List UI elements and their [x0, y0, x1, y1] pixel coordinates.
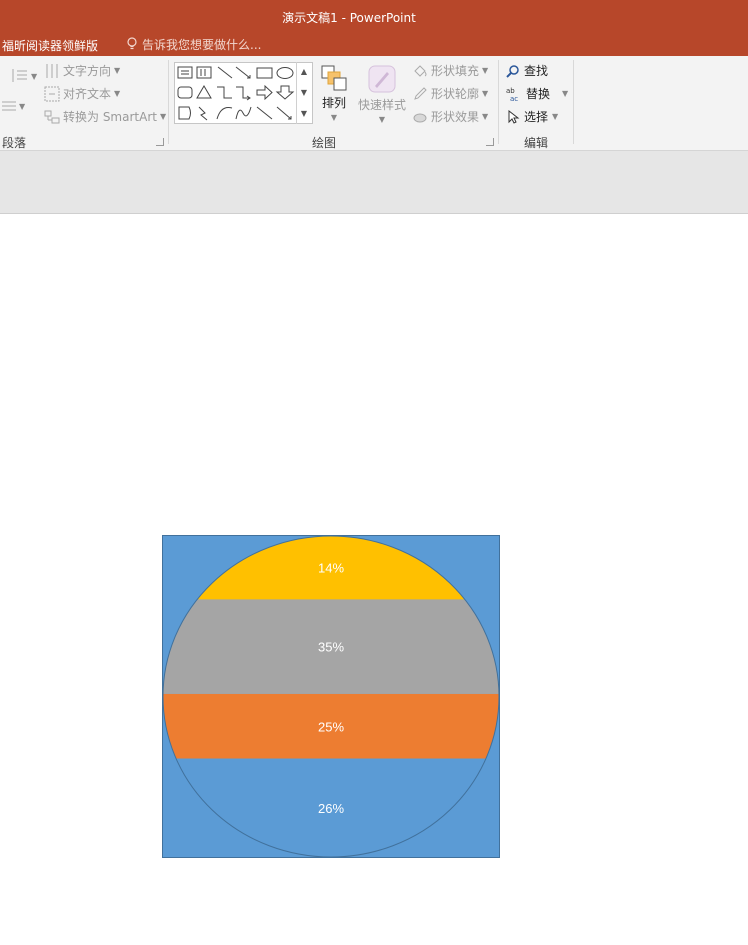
group-separator [573, 60, 574, 144]
shape-fill-label: 形状填充 [431, 64, 480, 78]
gallery-expand-icon[interactable]: ▼ [297, 104, 311, 124]
text-direction-label: 文字方向 [63, 64, 112, 78]
group-label-paragraph: 段落 [2, 136, 27, 150]
columns-icon [2, 101, 16, 111]
tab-foxit-reader[interactable]: 福昕阅读器领鲜版 [2, 37, 98, 54]
ribbon-collapse-area [0, 151, 748, 214]
tell-me-placeholder: 告诉我您想要做什么... [142, 37, 262, 52]
gallery-scrollbar[interactable]: ▲ ▼ ▼ [296, 62, 311, 124]
select-label: 选择 [524, 110, 549, 124]
group-separator [498, 60, 499, 144]
quick-styles-label: 快速样式 [358, 98, 407, 112]
paint-bucket-icon [414, 64, 427, 77]
line-spacing-icon [12, 69, 27, 82]
quick-styles-button[interactable]: 快速样式 ▼ [358, 64, 406, 124]
group-label-editing: 编辑 [524, 136, 549, 150]
shape-outline-button[interactable]: 形状轮廓 ▼ [412, 85, 488, 102]
ribbon: ▼ ▼ 文字方向 ▼ 对齐文本 ▼ 转换为 SmartArt ▼ 段落 ▲ ▼ … [0, 56, 748, 151]
svg-text:ac: ac [510, 95, 518, 102]
shapes-gallery-icons [177, 66, 295, 121]
arrange-button[interactable]: 排列 ▼ [320, 64, 348, 122]
drawing-launcher-icon[interactable] [486, 138, 494, 146]
convert-smartart-label: 转换为 SmartArt [63, 110, 157, 124]
cursor-arrow-icon [508, 109, 520, 124]
find-label: 查找 [524, 64, 549, 78]
group-label-drawing: 绘图 [312, 136, 337, 150]
data-label-1: 14% [318, 561, 344, 576]
quick-styles-icon [368, 65, 396, 93]
data-label-3: 25% [318, 719, 344, 734]
gallery-scroll-up-icon[interactable]: ▲ [297, 62, 311, 82]
group-separator [168, 60, 169, 144]
search-icon [506, 64, 519, 78]
tell-me-search[interactable]: 告诉我您想要做什么... [126, 35, 261, 53]
align-text-button[interactable]: 对齐文本 ▼ [44, 85, 120, 102]
lightbulb-icon [127, 37, 137, 50]
arrange-icon [321, 65, 347, 91]
text-direction-icon [46, 63, 58, 78]
select-button[interactable]: 选择 ▼ [508, 108, 558, 125]
pie-chart[interactable]: 14% 35% 25% 26% [162, 535, 500, 858]
shape-effects-icon [413, 113, 427, 122]
find-button[interactable]: 查找 [506, 62, 548, 79]
shape-outline-label: 形状轮廓 [431, 87, 480, 101]
replace-icon: ab ac [506, 87, 518, 102]
shape-effects-button[interactable]: 形状效果 ▼ [412, 108, 488, 125]
paragraph-launcher-icon[interactable] [156, 138, 164, 146]
shape-fill-button[interactable]: 形状填充 ▼ [412, 62, 488, 79]
replace-button[interactable]: ab ac 替换 ▼ [506, 85, 568, 102]
shapes-gallery[interactable] [174, 62, 313, 124]
data-label-2: 35% [318, 640, 344, 655]
smartart-icon [44, 110, 60, 123]
columns-button[interactable]: ▼ [2, 100, 25, 112]
title-bar: 演示文稿1 - PowerPoint [0, 0, 748, 32]
arrange-label: 排列 [321, 96, 346, 110]
line-spacing-button[interactable]: ▼ [10, 68, 37, 84]
convert-smartart-button[interactable]: 转换为 SmartArt ▼ [44, 108, 166, 125]
align-text-icon [44, 86, 60, 101]
svg-text:ab: ab [506, 87, 515, 95]
shape-effects-label: 形状效果 [431, 110, 480, 124]
window-title: 演示文稿1 - PowerPoint [282, 11, 416, 25]
replace-label: 替换 [526, 87, 551, 101]
pencil-icon [414, 86, 427, 100]
align-text-label: 对齐文本 [63, 87, 112, 101]
gallery-scroll-down-icon[interactable]: ▼ [297, 83, 311, 103]
tab-row: 福昕阅读器领鲜版 告诉我您想要做什么... [0, 32, 748, 56]
text-direction-button[interactable]: 文字方向 ▼ [44, 62, 120, 79]
data-label-4: 26% [318, 801, 344, 816]
